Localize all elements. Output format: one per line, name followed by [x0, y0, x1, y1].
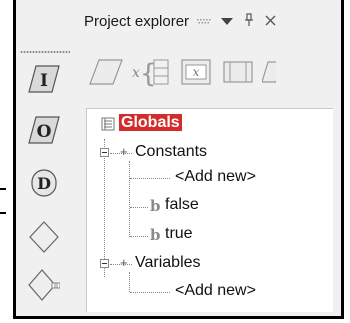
declare-shape-icon: D [31, 169, 57, 197]
boolean-icon: b [150, 197, 161, 215]
constant-true[interactable]: true [165, 225, 193, 243]
output-shape-icon: O [28, 116, 60, 144]
assignment-icon: x [181, 59, 211, 85]
tree-root-globals[interactable]: Globals [119, 114, 182, 132]
loop-shape-button[interactable] [28, 268, 60, 302]
globals-icon [101, 117, 115, 131]
dropdown-arrow-icon[interactable] [221, 14, 234, 28]
variables-expander[interactable] [100, 259, 109, 268]
project-tree: Globals + Constants <Add new> b false b … [86, 108, 333, 312]
tree-connector [104, 139, 105, 277]
declare-shape-button[interactable]: D [28, 166, 60, 200]
parallelogram-button[interactable] [88, 56, 124, 88]
input-shape-icon: I [28, 65, 60, 93]
input-shape-button[interactable]: I [28, 62, 60, 96]
boolean-icon: b [150, 226, 161, 244]
tree-connector [130, 178, 170, 179]
project-explorer-window: I O D Project explorer x {x Globals + C… [13, 0, 344, 319]
constants-node-marker: + [120, 144, 128, 159]
constants-expander[interactable] [100, 148, 109, 157]
svg-text:D: D [37, 174, 51, 193]
parallelogram-icon [89, 59, 123, 85]
palette-grip[interactable] [20, 50, 70, 54]
variables-node-marker: + [120, 255, 128, 270]
call-button[interactable] [220, 56, 256, 88]
tree-node-constants[interactable]: Constants [135, 143, 207, 161]
shape-palette: I O D [16, 0, 78, 316]
constants-add-new[interactable]: <Add new> [175, 168, 256, 186]
crop-mark [0, 212, 6, 214]
call-icon [223, 61, 253, 83]
globals-label: Globals [119, 114, 182, 131]
svg-text:I: I [40, 71, 48, 91]
tree-connector [129, 272, 130, 292]
options-icon[interactable] [197, 15, 211, 27]
tree-connector [130, 207, 148, 208]
svg-text:x: x [193, 65, 200, 79]
variables-add-new[interactable]: <Add new> [175, 282, 256, 300]
tree-connector [129, 161, 130, 237]
tree-node-variables[interactable]: Variables [135, 254, 201, 272]
pin-icon[interactable] [243, 13, 255, 29]
more-icon [262, 61, 276, 83]
panel-header: Project explorer [78, 0, 341, 42]
panel-title: Project explorer [84, 12, 190, 30]
brace-block-icon: x { [132, 59, 169, 88]
more-button[interactable] [262, 56, 276, 88]
crop-mark [0, 188, 6, 190]
loop-shape-icon [28, 269, 60, 301]
flowchart-toolbar: x { x [78, 50, 341, 94]
svg-text:x: x [132, 65, 140, 81]
decision-shape-button[interactable] [28, 220, 60, 254]
svg-text:O: O [37, 122, 52, 142]
tree-connector [130, 292, 170, 293]
tree-connector [130, 236, 148, 237]
output-shape-button[interactable]: O [28, 113, 60, 147]
decision-shape-icon [29, 221, 59, 253]
brace-block-button[interactable]: x { [130, 56, 172, 88]
close-icon[interactable] [265, 14, 276, 28]
constant-false[interactable]: false [165, 196, 199, 214]
assignment-button[interactable]: x [178, 56, 214, 88]
